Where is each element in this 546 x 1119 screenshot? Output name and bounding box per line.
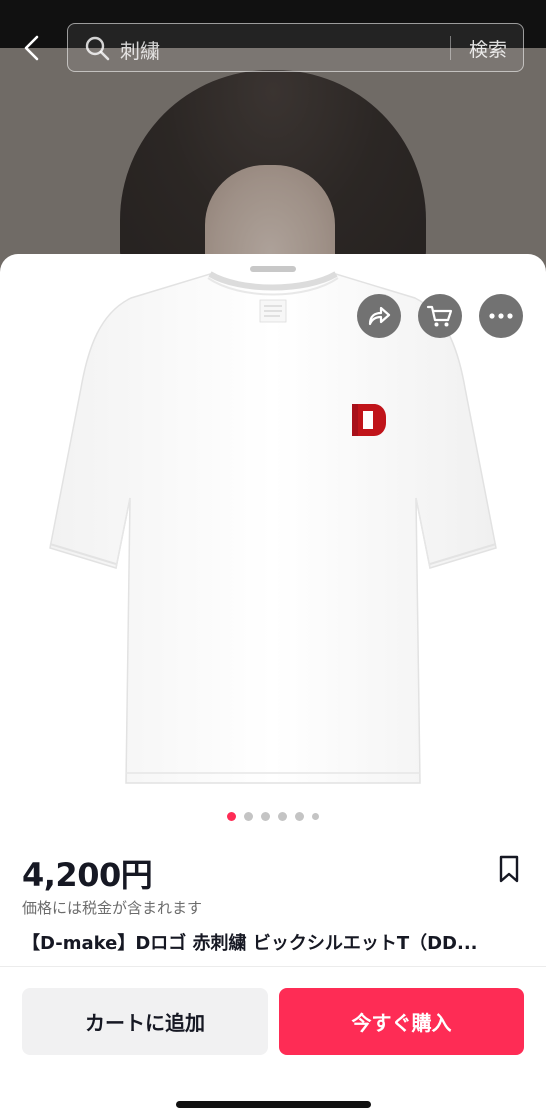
pagination-dot[interactable] bbox=[244, 812, 253, 821]
share-button[interactable] bbox=[357, 294, 401, 338]
back-arrow-icon bbox=[24, 35, 39, 61]
cart-icon bbox=[426, 305, 453, 327]
buy-now-button[interactable]: 今すぐ購入 bbox=[279, 988, 524, 1055]
d-logo-embroidery bbox=[352, 404, 386, 436]
pagination-dot[interactable] bbox=[278, 812, 287, 821]
more-icon bbox=[489, 313, 513, 319]
product-sheet: 4,200円 価格には税金が含まれます 【D-make】Dロゴ 赤刺繍 ビックシ… bbox=[0, 254, 546, 1119]
pagination-dot[interactable] bbox=[312, 813, 319, 820]
tax-note: 価格には税金が含まれます bbox=[22, 899, 203, 917]
search-icon bbox=[85, 36, 110, 61]
pagination-dot[interactable] bbox=[261, 812, 270, 821]
image-pagination[interactable] bbox=[0, 812, 546, 822]
home-indicator[interactable] bbox=[176, 1101, 371, 1108]
divider bbox=[0, 966, 546, 967]
more-button[interactable] bbox=[479, 294, 523, 338]
bookmark-icon[interactable] bbox=[496, 854, 522, 884]
search-button[interactable]: 検索 bbox=[469, 35, 507, 62]
product-image[interactable] bbox=[40, 268, 506, 788]
pagination-dot[interactable] bbox=[295, 812, 304, 821]
cart-button[interactable] bbox=[418, 294, 462, 338]
share-icon bbox=[368, 306, 391, 326]
pagination-dot[interactable] bbox=[227, 812, 236, 821]
add-to-cart-button[interactable]: カートに追加 bbox=[22, 988, 268, 1055]
back-button[interactable] bbox=[14, 30, 50, 66]
product-price: 4,200円 bbox=[22, 856, 153, 894]
search-input[interactable]: 刺繍 bbox=[120, 35, 160, 64]
search-bar[interactable]: 刺繍 検索 bbox=[67, 23, 524, 72]
product-title[interactable]: 【D-make】Dロゴ 赤刺繍 ビックシルエットT（DD... bbox=[22, 929, 522, 955]
